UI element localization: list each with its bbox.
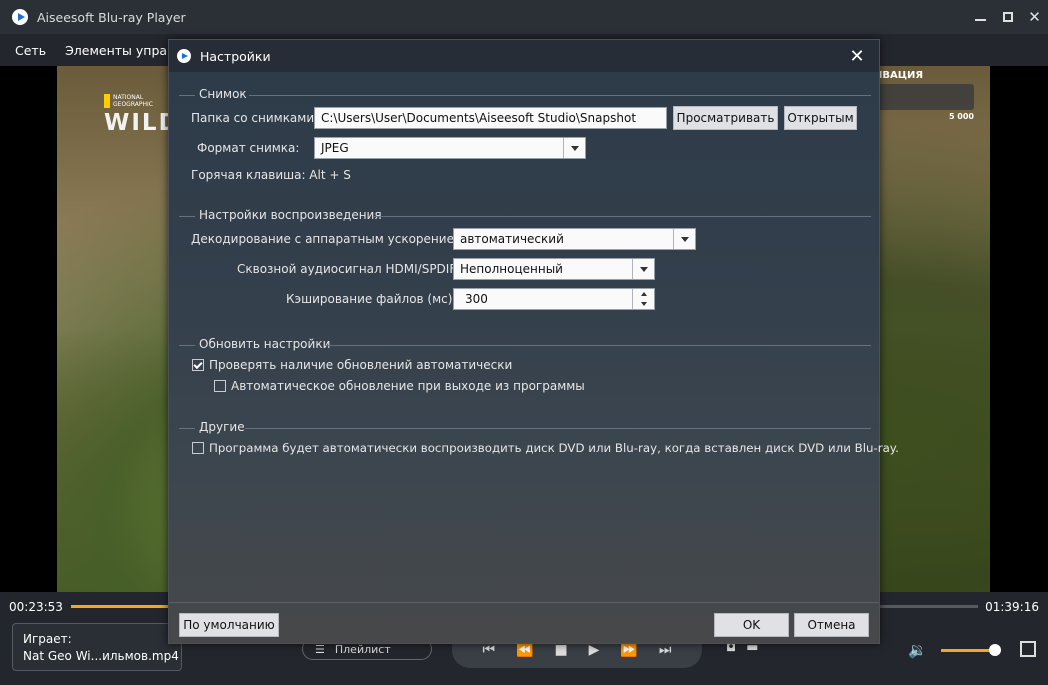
chevron-down-icon[interactable] (632, 259, 654, 279)
forward-icon[interactable]: ⏩ (620, 642, 637, 658)
default-button[interactable]: По умолчанию (179, 613, 279, 637)
open-folder-button[interactable]: Открытым (784, 106, 857, 130)
cache-label: Кэширование файлов (мс): (286, 292, 457, 306)
snapshot-folder-label: Папка со снимками: (191, 111, 319, 125)
section-divider (179, 345, 195, 346)
auto-update-checkbox[interactable] (214, 380, 226, 392)
browse-button[interactable]: Просматривать (673, 106, 778, 130)
maximize-icon (1002, 12, 1013, 22)
section-divider (245, 428, 871, 429)
dialog-title: Настройки (200, 48, 271, 64)
snapshot-format-label: Формат снимка: (197, 141, 300, 155)
section-title-update: Обновить настройки (199, 337, 331, 351)
volume-knob[interactable] (989, 644, 1001, 656)
cache-value: 300 (465, 292, 488, 306)
section-divider (179, 216, 195, 217)
cache-stepper[interactable]: 300 (453, 288, 655, 310)
snapshot-folder-input[interactable]: C:\Users\User\Documents\Aiseesoft Studio… (314, 107, 667, 129)
passthrough-label: Сквозной аудиосигнал HDMI/SPDIF: (237, 262, 460, 276)
section-divider (179, 428, 195, 429)
stop-icon[interactable]: ■ (554, 642, 567, 658)
chevron-down-icon[interactable] (633, 299, 654, 309)
app-titlebar: Aiseesoft Blu-ray Player ✕ (0, 0, 1048, 34)
settings-dialog: Настройки ✕ Снимок Папка со снимками: C:… (168, 39, 899, 644)
check-updates-label: Проверять наличие обновлений автоматичес… (209, 358, 513, 372)
overlay-box (874, 84, 974, 110)
cancel-button[interactable]: Отмена (794, 613, 869, 637)
hw-decode-value: автоматический (460, 232, 564, 246)
section-title-playback: Настройки воспроизведения (199, 208, 382, 222)
snapshot-hotkey-text: Горячая клавиша: Alt + S (191, 168, 351, 182)
autoplay-disc-checkbox[interactable] (192, 442, 204, 454)
menu-item-network[interactable]: Сеть (0, 43, 55, 58)
section-divider (179, 95, 195, 96)
chevron-up-icon[interactable] (633, 289, 654, 299)
window-controls: ✕ (967, 0, 1048, 34)
now-playing-label: Играет: (23, 632, 72, 646)
chevron-down-icon[interactable] (563, 138, 585, 158)
section-divider (325, 345, 871, 346)
minimize-icon (975, 19, 986, 21)
snapshot-format-value: JPEG (321, 141, 349, 155)
passthrough-select[interactable]: Неполноценный (453, 258, 655, 280)
dialog-titlebar: Настройки ✕ (169, 40, 879, 72)
app-logo-icon (12, 9, 28, 25)
maximize-button[interactable] (994, 0, 1021, 34)
next-icon[interactable]: ⏭ (659, 642, 672, 658)
time-total: 01:39:16 (985, 600, 1039, 614)
ok-button[interactable]: OK (714, 613, 789, 637)
volume-icon[interactable]: 🔉 (908, 641, 927, 659)
auto-update-label: Автоматическое обновление при выходе из … (231, 379, 585, 393)
rewind-icon[interactable]: ⏪ (516, 642, 533, 658)
minimize-button[interactable] (967, 0, 994, 34)
chevron-down-icon[interactable] (673, 229, 695, 249)
video-overlay: ИВАЦИЯ 5 000 (874, 70, 974, 121)
close-icon: ✕ (1028, 8, 1041, 26)
stepper-buttons (632, 289, 654, 309)
volume-slider[interactable] (941, 644, 1001, 656)
close-button[interactable]: ✕ (1021, 0, 1048, 34)
play-icon[interactable]: ▶ (589, 642, 600, 658)
autoplay-disc-label: Программа будет автоматически воспроизво… (209, 441, 899, 455)
volume-fill (941, 649, 995, 652)
dialog-logo-icon (177, 49, 191, 63)
fullscreen-icon[interactable] (1020, 641, 1036, 657)
section-divider (373, 216, 871, 217)
hw-decode-select[interactable]: автоматический (453, 228, 696, 250)
previous-icon[interactable]: ⏮ (482, 642, 495, 658)
section-divider (249, 95, 871, 96)
close-icon: ✕ (849, 45, 865, 67)
footer-divider (169, 602, 879, 603)
passthrough-value: Неполноценный (460, 262, 563, 276)
app-title: Aiseesoft Blu-ray Player (37, 9, 186, 25)
hw-decode-label: Декодирование с аппаратным ускорением: (191, 232, 468, 246)
now-playing-file: Nat Geo Wi...ильмов.mp4 (23, 649, 179, 663)
dialog-close-button[interactable]: ✕ (845, 44, 869, 68)
snapshot-format-select[interactable]: JPEG (314, 137, 586, 159)
section-title-snapshot: Снимок (199, 87, 247, 101)
time-current: 00:23:53 (9, 600, 63, 614)
check-updates-checkbox[interactable] (192, 359, 204, 371)
now-playing-box: Играет: Nat Geo Wi...ильмов.mp4 (12, 623, 182, 671)
section-title-other: Другие (199, 420, 245, 434)
list-icon: ☰ (315, 642, 325, 656)
playlist-label: Плейлист (334, 642, 391, 656)
